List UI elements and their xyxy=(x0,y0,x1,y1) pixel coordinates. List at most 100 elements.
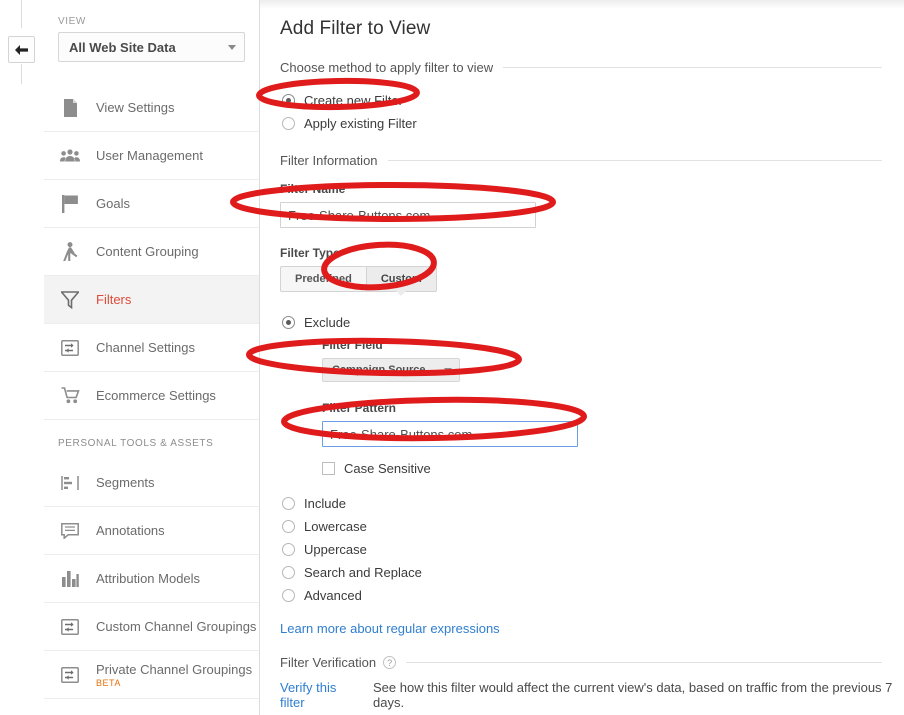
radio-uppercase[interactable]: Uppercase xyxy=(282,538,904,561)
sidebar-item-label: Channel Settings xyxy=(96,340,196,355)
radio-icon xyxy=(282,94,295,107)
help-icon[interactable]: ? xyxy=(383,656,397,669)
exclude-options-group: Filter Field Campaign Source Filter Patt… xyxy=(322,338,904,476)
back-arrow-button[interactable] xyxy=(8,36,35,63)
filter-verification-header: Filter Verification ? xyxy=(280,655,904,670)
radio-icon xyxy=(282,520,295,533)
radio-create-new-filter[interactable]: Create new Filter xyxy=(282,89,904,112)
section-rule xyxy=(503,67,882,68)
filter-information-header: Filter Information xyxy=(280,153,904,168)
filter-type-toggle-group: Predefined Custom xyxy=(280,266,904,296)
radio-label: Search and Replace xyxy=(304,565,422,580)
left-rail xyxy=(0,0,44,715)
segments-icon xyxy=(58,475,82,491)
method-section-header: Choose method to apply filter to view xyxy=(280,60,904,75)
sidebar-item-label: Custom Channel Groupings xyxy=(96,619,257,634)
sidebar-item-private-channel-groupings[interactable]: Private Channel Groupings BETA xyxy=(44,651,259,699)
sidebar-item-label: Annotations xyxy=(96,523,165,538)
sidebar-item-label: Segments xyxy=(96,475,155,490)
filter-pattern-label: Filter Pattern xyxy=(322,401,397,415)
verify-this-filter-link[interactable]: Verify this filter xyxy=(280,680,361,710)
checkbox-icon xyxy=(322,462,335,475)
sidebar-item-ecommerce-settings[interactable]: Ecommerce Settings xyxy=(44,372,259,420)
radio-icon xyxy=(282,497,295,510)
sidebar-item-custom-alerts[interactable]: Custom Alerts xyxy=(44,699,259,715)
sidebar-item-channel-settings[interactable]: Channel Settings xyxy=(44,324,259,372)
radio-lowercase[interactable]: Lowercase xyxy=(282,515,904,538)
main-content: Add Filter to View Choose method to appl… xyxy=(260,0,904,715)
radio-icon xyxy=(282,316,295,329)
filter-type-predefined-button[interactable]: Predefined xyxy=(280,266,366,292)
comment-icon xyxy=(58,522,82,539)
regex-help-link[interactable]: Learn more about regular expressions xyxy=(280,621,500,636)
beta-badge: BETA xyxy=(96,677,121,688)
case-sensitive-checkbox-row[interactable]: Case Sensitive xyxy=(322,461,904,476)
rail-divider-bottom xyxy=(21,64,22,84)
radio-label: Uppercase xyxy=(304,542,367,557)
person-walking-icon xyxy=(58,242,82,261)
radio-label: Advanced xyxy=(304,588,362,603)
section-rule xyxy=(387,160,882,161)
radio-icon xyxy=(282,566,295,579)
radio-advanced[interactable]: Advanced xyxy=(282,584,904,607)
page-title: Add Filter to View xyxy=(280,18,431,39)
channels-icon xyxy=(58,666,82,683)
view-selector-value: All Web Site Data xyxy=(69,39,176,55)
filter-field-dropdown[interactable]: Campaign Source xyxy=(322,358,460,382)
radio-exclude[interactable]: Exclude xyxy=(282,311,904,334)
radio-label: Exclude xyxy=(304,315,351,330)
radio-label: Apply existing Filter xyxy=(304,116,417,131)
other-options-group: Include Lowercase Uppercase Search and R… xyxy=(282,492,904,607)
sidebar-item-goals[interactable]: Goals xyxy=(44,180,259,228)
filter-name-label: Filter Name xyxy=(280,182,346,196)
sidebar-item-user-management[interactable]: User Management xyxy=(44,132,259,180)
app-root: VIEW All Web Site Data View Settings Use… xyxy=(0,0,904,715)
filter-name-input[interactable] xyxy=(280,202,536,228)
sidebar-item-label: View Settings xyxy=(96,100,175,115)
case-sensitive-label: Case Sensitive xyxy=(344,461,431,476)
verify-description: See how this filter would affect the cur… xyxy=(373,680,893,710)
back-arrow-icon xyxy=(15,44,28,55)
filter-type-label: Filter Type xyxy=(280,246,340,260)
funnel-icon xyxy=(58,290,82,309)
flag-icon xyxy=(58,194,82,213)
filter-type-custom-button[interactable]: Custom xyxy=(365,266,437,296)
sidebar-item-custom-channel-groupings[interactable]: Custom Channel Groupings xyxy=(44,603,259,651)
view-section-label: VIEW xyxy=(58,16,86,27)
sidebar-item-label: Content Grouping xyxy=(96,244,199,259)
sidebar-item-label: User Management xyxy=(96,148,203,163)
sidebar-item-view-settings[interactable]: View Settings xyxy=(44,84,259,132)
sidebar-item-annotations[interactable]: Annotations xyxy=(44,507,259,555)
sidebar-item-label: Filters xyxy=(96,292,132,307)
sidebar-item-text: Private Channel Groupings xyxy=(96,661,253,677)
filter-information-title: Filter Information xyxy=(280,153,378,168)
radio-include[interactable]: Include xyxy=(282,492,904,515)
radio-icon xyxy=(282,543,295,556)
radio-label: Create new Filter xyxy=(304,93,403,108)
radio-apply-existing-filter[interactable]: Apply existing Filter xyxy=(282,112,904,135)
personal-tools-section-label: PERSONAL TOOLS & ASSETS xyxy=(58,438,214,449)
radio-search-and-replace[interactable]: Search and Replace xyxy=(282,561,904,584)
view-selector[interactable]: All Web Site Data xyxy=(58,32,245,62)
channels-icon xyxy=(58,618,82,635)
sidebar-item-label: Private Channel Groupings BETA xyxy=(96,662,252,688)
filter-field-value: Campaign Source xyxy=(332,364,426,376)
radio-icon xyxy=(282,589,295,602)
sidebar-item-filters[interactable]: Filters xyxy=(44,276,259,324)
radio-label: Include xyxy=(304,496,346,511)
document-icon xyxy=(58,98,82,117)
people-icon xyxy=(58,148,82,163)
cart-icon xyxy=(58,387,82,404)
sidebar-item-attribution-models[interactable]: Attribution Models xyxy=(44,555,259,603)
method-section-title: Choose method to apply filter to view xyxy=(280,60,494,75)
filter-field-label: Filter Field xyxy=(322,338,383,352)
sidebar-item-content-grouping[interactable]: Content Grouping xyxy=(44,228,259,276)
radio-icon xyxy=(282,117,295,130)
rail-divider-top xyxy=(21,0,22,28)
filter-pattern-input[interactable] xyxy=(322,421,578,447)
bar-chart-icon xyxy=(58,570,82,587)
verify-row: Verify this filter See how this filter w… xyxy=(280,680,904,710)
channels-icon xyxy=(58,339,82,356)
sidebar-item-segments[interactable]: Segments xyxy=(44,459,259,507)
radio-label: Lowercase xyxy=(304,519,367,534)
